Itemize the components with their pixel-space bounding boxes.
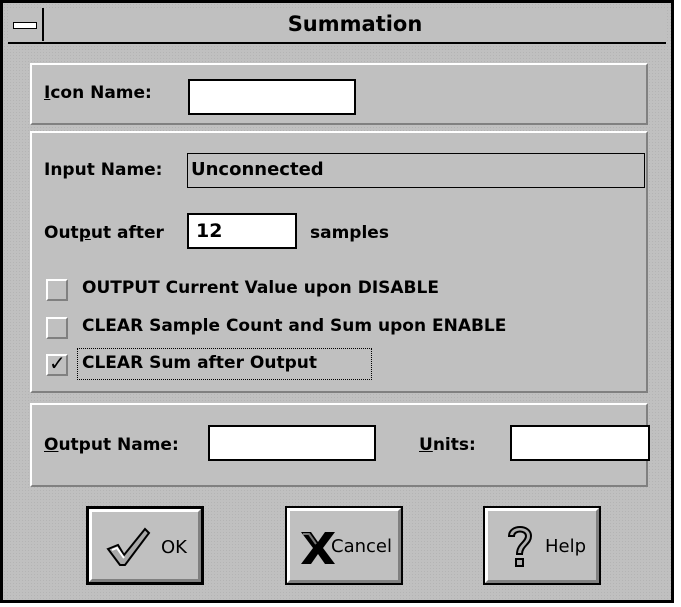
title-bar: Summation [8,8,666,44]
clear-on-enable-label[interactable]: CLEAR Sample Count and Sum upon ENABLE [82,316,506,336]
question-icon [507,526,533,567]
clear-sum-after-output-label[interactable]: CLEAR Sum after Output [82,353,317,373]
window-title: Summation [44,8,666,41]
input-name-label: Input Name: [44,160,163,180]
icon-name-label: Icon Name: [44,83,152,103]
input-settings-group: Input Name: Unconnected Output after sam… [30,131,648,393]
system-menu-button[interactable] [8,8,44,41]
clear-sum-after-output-checkbox[interactable]: ✓ [46,351,68,376]
output-on-disable-label[interactable]: OUTPUT Current Value upon DISABLE [82,278,439,298]
output-group: Output Name: Units: [30,403,650,487]
ok-label: OK [161,537,187,558]
output-name-input[interactable] [208,425,376,461]
output-after-samples-input[interactable] [187,213,297,249]
help-button[interactable]: Help [483,506,601,585]
ok-button[interactable]: OK [86,506,204,585]
cancel-button[interactable]: Cancel [285,506,403,585]
icon-name-group: Icon Name: [30,63,648,125]
clear-on-enable-checkbox[interactable] [46,317,68,339]
system-menu-icon [13,22,37,29]
icon-name-input[interactable] [188,79,356,115]
output-name-label: Output Name: [44,435,179,455]
summation-dialog: Summation Icon Name: Input Name: Unconne… [0,0,674,603]
help-label: Help [545,536,587,557]
output-on-disable-checkbox[interactable] [46,279,68,301]
output-after-label: Output after [44,223,164,243]
checkmark-icon: ✓ [49,351,66,375]
cancel-label: Cancel [331,536,392,557]
samples-label: samples [310,223,389,243]
input-name-field: Unconnected [187,153,645,188]
units-label: Units: [419,435,476,455]
checkmark-icon [106,527,151,566]
units-input[interactable] [510,425,650,461]
